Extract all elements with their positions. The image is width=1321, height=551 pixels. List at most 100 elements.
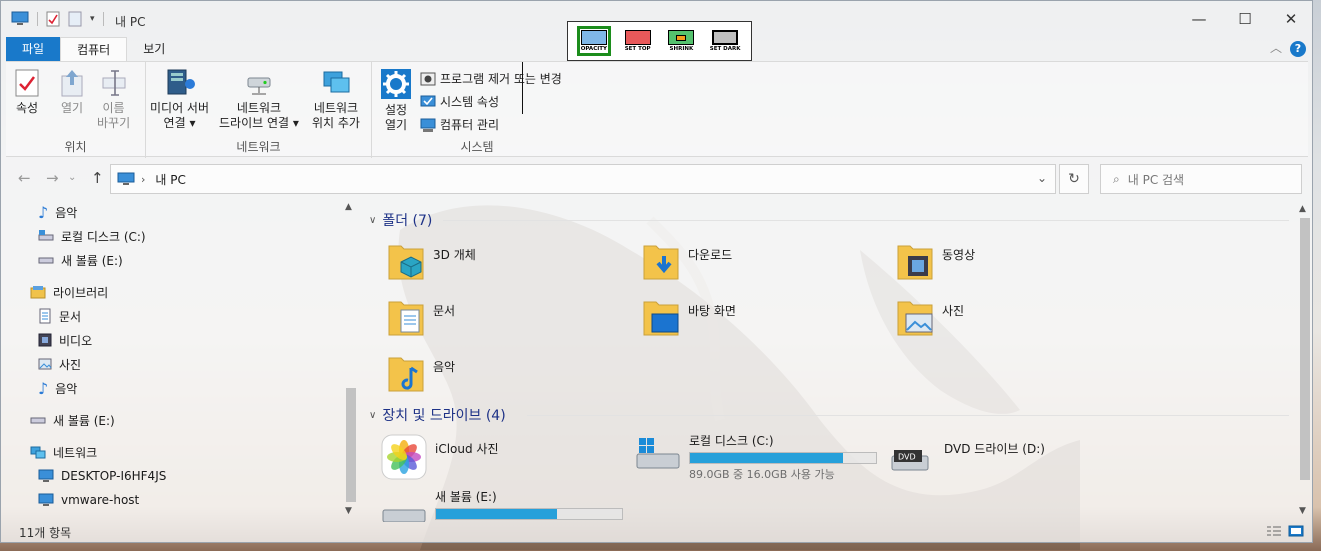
drives-group-header[interactable]: ∨ 장치 및 드라이브 (4) <box>369 405 506 425</box>
address-dropdown-chevron-icon[interactable]: ⌄ <box>1037 171 1047 185</box>
open-button[interactable]: 열기 <box>59 68 85 116</box>
window-title: 내 PC <box>115 15 146 29</box>
properties-icon <box>15 69 39 97</box>
close-button[interactable]: ✕ <box>1268 1 1314 37</box>
collapse-ribbon-icon[interactable]: ︿ <box>1270 39 1282 56</box>
set-top-button[interactable]: SET TOP <box>621 26 655 56</box>
help-icon[interactable]: ? <box>1290 41 1306 57</box>
tab-computer[interactable]: 컴퓨터 <box>60 37 128 61</box>
drive-e-usage-bar <box>435 508 623 520</box>
sidebar-item-music-library[interactable]: ♪ 음악 <box>38 377 77 399</box>
view-switcher <box>1266 525 1304 537</box>
system-properties-button[interactable]: 시스템 속성 <box>420 93 499 110</box>
maximize-button[interactable]: ☐ <box>1222 1 1268 37</box>
icloud-photos-icon <box>381 434 427 480</box>
drive-icon <box>30 417 46 424</box>
drive-c-usage-fill <box>690 453 843 463</box>
folder-3d-objects[interactable]: 3D 개체 <box>387 240 476 282</box>
group-label-network: 네트워크 <box>236 140 281 154</box>
scroll-up-icon[interactable]: ▲ <box>1299 204 1306 214</box>
new-folder-qa-icon[interactable] <box>68 11 82 27</box>
videos-folder-icon <box>897 245 933 280</box>
system-properties-icon <box>420 95 436 106</box>
rename-button[interactable]: 이름 바꾸기 <box>97 68 130 131</box>
sidebar-item-desktop-host[interactable]: DESKTOP-I6HF4JS <box>38 465 166 487</box>
uninstall-program-button[interactable]: 프로그램 제거 또는 변경 <box>420 70 562 87</box>
breadcrumb-this-pc[interactable]: 내 PC <box>155 171 185 188</box>
floating-window-toolbar: OPACITY SET TOP SHRINK SET DARK <box>567 21 752 61</box>
folder-pictures[interactable]: 사진 <box>896 296 964 338</box>
breadcrumb-separator-icon[interactable]: › <box>141 173 145 186</box>
large-icons-view-icon[interactable] <box>1288 525 1304 537</box>
ribbon: 속성 열기 이름 바꾸기 위치 미디어 서버 연결 ▾ 네트워크 드라이브 연결… <box>6 61 1308 158</box>
computer-management-button[interactable]: 컴퓨터 관리 <box>420 116 499 133</box>
video-icon <box>38 333 52 347</box>
drive-local-disk-c[interactable]: 로컬 디스크 (C:) 89.0GB 중 16.0GB 사용 가능 <box>635 432 877 482</box>
tab-file[interactable]: 파일 <box>6 37 61 61</box>
folder-music[interactable]: 음악 <box>387 352 455 394</box>
documents-folder-icon <box>388 301 424 336</box>
drives-header-line <box>527 415 1289 416</box>
details-view-icon[interactable] <box>1266 525 1282 537</box>
computer-icon <box>38 493 54 506</box>
sidebar-item-videos[interactable]: 비디오 <box>38 329 92 351</box>
sidebar-item-documents[interactable]: 문서 <box>38 305 81 327</box>
group-label-location: 위치 <box>64 140 87 154</box>
properties-button[interactable]: 속성 <box>14 68 40 116</box>
content-pane-scrollbar[interactable]: ▲ ▼ <box>1297 200 1313 522</box>
set-dark-button[interactable]: SET DARK <box>708 26 742 56</box>
minimize-button[interactable]: — <box>1176 1 1222 37</box>
group-label-system: 시스템 <box>460 140 494 154</box>
folder-downloads[interactable]: 다운로드 <box>642 240 732 282</box>
chevron-down-icon: ∨ <box>369 214 377 226</box>
sidebar-item-volume-e-root[interactable]: 새 볼륨 (E:) <box>30 409 115 431</box>
chevron-down-icon: ∨ <box>369 409 377 421</box>
downloads-folder-icon <box>643 245 679 280</box>
scrollbar-thumb[interactable] <box>1300 218 1310 480</box>
sidebar-item-volume-e[interactable]: 새 볼륨 (E:) <box>38 249 123 271</box>
scroll-down-icon[interactable]: ▼ <box>345 506 352 516</box>
sidebar-item-music[interactable]: ♪ 음악 <box>38 201 77 223</box>
network-drive-icon <box>247 77 271 95</box>
folders-header-line <box>443 220 1289 221</box>
sidebar-item-pictures[interactable]: 사진 <box>38 353 81 375</box>
scroll-down-icon[interactable]: ▼ <box>1299 506 1306 516</box>
drive-icon <box>38 257 54 264</box>
folder-desktop[interactable]: 바탕 화면 <box>642 296 736 338</box>
add-network-location-button[interactable]: 네트워크 위치 추가 <box>312 68 360 131</box>
customize-qa-dropdown[interactable]: ▾ <box>90 14 95 24</box>
sidebar-item-vmware-host[interactable]: vmware-host <box>38 489 139 511</box>
ribbon-tabs: 파일 컴퓨터 보기 <box>6 37 181 61</box>
open-settings-button[interactable]: 설정 열기 <box>380 68 412 133</box>
refresh-button[interactable]: ↻ <box>1059 164 1089 194</box>
up-arrow-icon[interactable]: ↑ <box>91 169 104 187</box>
forward-arrow-icon[interactable]: → <box>46 169 59 187</box>
address-bar[interactable]: › 내 PC ⌄ <box>110 164 1056 194</box>
properties-qa-icon[interactable] <box>46 11 60 27</box>
back-arrow-icon[interactable]: ← <box>18 169 31 187</box>
folders-group-header[interactable]: ∨ 폴더 (7) <box>369 210 432 230</box>
drive-volume-e[interactable]: 새 볼륨 (E:) <box>381 488 623 522</box>
shrink-button[interactable]: SHRINK <box>664 26 698 56</box>
recent-locations-chevron-icon[interactable]: ⌄ <box>68 172 76 183</box>
search-input[interactable]: ⌕ 내 PC 검색 <box>1100 164 1302 194</box>
tab-view[interactable]: 보기 <box>127 37 181 61</box>
sidebar-item-libraries[interactable]: 라이브러리 <box>30 281 108 303</box>
text-cursor-divider <box>522 62 523 114</box>
ribbon-group-system: 설정 열기 프로그램 제거 또는 변경 시스템 속성 컴퓨터 관리 시스템 <box>372 62 582 158</box>
media-server-button[interactable]: 미디어 서버 연결 ▾ <box>150 68 209 131</box>
opacity-button[interactable]: OPACITY <box>576 26 611 56</box>
pictures-folder-icon <box>897 301 933 336</box>
sidebar-item-network[interactable]: 네트워크 <box>30 441 97 463</box>
scrollbar-thumb[interactable] <box>346 388 356 502</box>
folder-documents[interactable]: 문서 <box>387 296 455 338</box>
drive-icloud-photos[interactable]: iCloud 사진 <box>381 434 499 480</box>
folder-videos[interactable]: 동영상 <box>896 240 975 282</box>
scroll-up-icon[interactable]: ▲ <box>345 202 352 212</box>
computer-management-icon <box>420 118 436 132</box>
sidebar-item-local-disk-c[interactable]: 로컬 디스크 (C:) <box>38 225 146 247</box>
navigation-pane-scrollbar[interactable]: ▲ ▼ <box>343 200 359 522</box>
drive-dvd-d[interactable]: DVD DVD 드라이브 (D:) <box>890 434 1045 476</box>
desktop-folder-icon <box>643 301 679 336</box>
map-network-drive-button[interactable]: 네트워크 드라이브 연결 ▾ <box>219 68 299 131</box>
